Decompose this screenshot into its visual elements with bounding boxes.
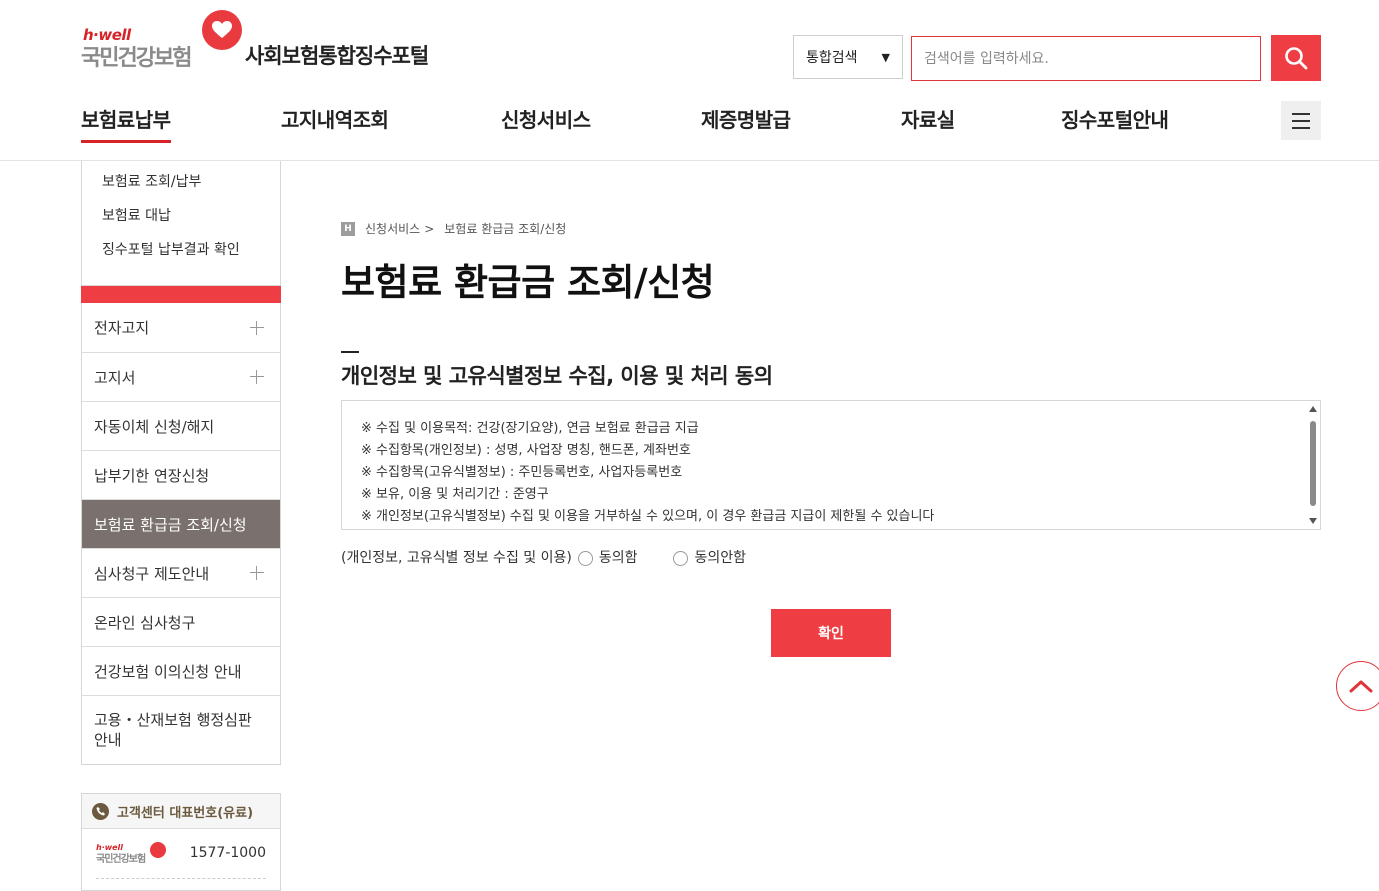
- sidebar-item-label: 전자고지: [94, 319, 150, 337]
- mini-logo-org-name: 국민건강보험: [96, 854, 146, 865]
- scroll-down-arrow-icon[interactable]: [1309, 518, 1317, 524]
- breadcrumb-current: 보험료 환급금 조회/신청: [444, 222, 567, 236]
- sidebar-item-label: 건강보험 이의신청 안내: [94, 662, 242, 681]
- chevron-up-icon: [1349, 680, 1373, 693]
- nav-certificate-issue[interactable]: 제증명발급: [701, 104, 791, 133]
- sidebar-item-label: 고용・산재보험 행정심판 안내: [94, 711, 252, 749]
- sidebar-item-admin-trial[interactable]: 고용・산재보험 행정심판 안내: [82, 695, 280, 764]
- search-scope-value: 통합검색: [806, 50, 858, 66]
- sidebar-item-deadline-extension[interactable]: 납부기한 연장신청: [82, 450, 280, 499]
- search-icon: [1285, 47, 1308, 70]
- sidebar-item-label: 고지서: [94, 368, 136, 387]
- search-scope-select[interactable]: 통합검색 ▼: [793, 35, 903, 79]
- plus-icon[interactable]: [250, 370, 264, 384]
- consent-term: ※ 보유, 이용 및 처리기간 : 준영구: [361, 487, 549, 502]
- disagree-option[interactable]: 동의안함: [673, 547, 746, 567]
- sidebar-item-objection-guide[interactable]: 건강보험 이의신청 안내: [82, 646, 280, 695]
- sidebar-item-label: 온라인 심사청구: [94, 613, 196, 632]
- logo-org-name: 국민건강보험: [81, 46, 192, 71]
- sidebar-subitem-premium-inquiry[interactable]: 보험료 조회/납부: [82, 171, 280, 205]
- plus-icon[interactable]: [250, 566, 264, 580]
- disagree-radio[interactable]: [673, 550, 689, 566]
- home-icon[interactable]: H: [341, 221, 355, 236]
- consent-term: ※ 수집항목(개인정보) : 성명, 사업장 명칭, 핸드폰, 계좌번호: [361, 443, 691, 458]
- chevron-down-icon: ▼: [881, 50, 890, 64]
- dashed-divider: [96, 878, 266, 879]
- sidebar-item-label: 보험료 환급금 조회/신청: [94, 515, 247, 534]
- search-input[interactable]: [911, 36, 1261, 81]
- nav-portal-guide[interactable]: 징수포털안내: [1061, 104, 1169, 133]
- consent-terms-list: ※ 수집 및 이용목적: 건강(장기요양), 연금 보험료 환급금 지급 ※ 수…: [342, 401, 1320, 528]
- sidebar-item-appeal-guide[interactable]: 심사청구 제도안내: [82, 548, 280, 597]
- scrollbar-thumb[interactable]: [1310, 421, 1316, 506]
- scroll-top-button[interactable]: [1336, 661, 1379, 711]
- customer-center-number[interactable]: 1577-1000: [190, 845, 266, 861]
- nhis-mini-logo: h·well 국민건강보험: [96, 843, 146, 865]
- sidebar-subitem-proxy-payment[interactable]: 보험료 대납: [82, 205, 280, 239]
- nav-notice-inquiry[interactable]: 고지내역조회: [281, 104, 389, 133]
- breadcrumb-separator: >: [424, 221, 435, 236]
- customer-center-title: 고객센터 대표번호(유료): [117, 805, 254, 821]
- sidebar-item-online-appeal[interactable]: 온라인 심사청구: [82, 597, 280, 646]
- breadcrumb: H 신청서비스 > 보험료 환급금 조회/신청: [341, 220, 566, 237]
- sidebar-item-refund[interactable]: 보험료 환급금 조회/신청: [82, 499, 280, 548]
- section-title-marker: [341, 351, 359, 353]
- heart-logo-icon: [150, 842, 166, 858]
- site-header: h·well 국민건강보험 사회보험통합징수포털 통합검색 ▼ 보험료납부 고지…: [0, 0, 1379, 161]
- consent-terms-box[interactable]: ※ 수집 및 이용목적: 건강(장기요양), 연금 보험료 환급금 지급 ※ 수…: [341, 400, 1321, 530]
- nhis-logo[interactable]: h·well 국민건강보험: [81, 10, 246, 71]
- sidebar-item-label: 자동이체 신청/해지: [94, 417, 215, 436]
- scroll-up-arrow-icon[interactable]: [1309, 406, 1317, 412]
- sidebar-item-label: 납부기한 연장신청: [94, 466, 210, 485]
- hamburger-icon-line: [1292, 112, 1310, 115]
- side-navigation: 보험료 조회/납부 보험료 대납 징수포털 납부결과 확인 전자고지 고지서 자…: [81, 161, 281, 765]
- consent-label: (개인정보, 고유식별 정보 수집 및 이용): [341, 550, 572, 566]
- sidebar-item-notice[interactable]: 고지서: [82, 352, 280, 401]
- nav-premium-payment[interactable]: 보험료납부: [81, 104, 171, 143]
- agree-option-label: 동의함: [598, 550, 638, 566]
- terms-scrollbar[interactable]: [1308, 404, 1318, 526]
- plus-icon[interactable]: [250, 320, 264, 335]
- customer-center-box: 고객센터 대표번호(유료) h·well 국민건강보험 1577-1000: [81, 793, 281, 891]
- sidebar-item-auto-transfer[interactable]: 자동이체 신청/해지: [82, 401, 280, 450]
- disagree-option-label: 동의안함: [694, 550, 746, 566]
- consent-radio-group: (개인정보, 고유식별 정보 수집 및 이용) 동의함 동의안함: [341, 547, 746, 567]
- agree-option[interactable]: 동의함: [577, 547, 638, 567]
- customer-center-row: h·well 국민건강보험 1577-1000: [82, 829, 280, 879]
- heart-logo-icon: [202, 10, 242, 50]
- sidebar-submenu: 보험료 조회/납부 보험료 대납 징수포털 납부결과 확인: [81, 161, 281, 286]
- sidebar-subitem-payment-result[interactable]: 징수포털 납부결과 확인: [82, 239, 280, 273]
- customer-center-header: 고객센터 대표번호(유료): [82, 794, 280, 829]
- hamburger-icon-line: [1292, 119, 1310, 122]
- sidebar-menu: 전자고지 고지서 자동이체 신청/해지 납부기한 연장신청 보험료 환급금 조회…: [81, 303, 281, 765]
- nav-application-service[interactable]: 신청서비스: [501, 104, 591, 133]
- search-button[interactable]: [1271, 35, 1321, 81]
- nav-data-room[interactable]: 자료실: [901, 104, 955, 133]
- confirm-button[interactable]: 확인: [771, 609, 891, 657]
- consent-term: ※ 개인정보(고유식별정보) 수집 및 이용을 거부하실 수 있으며, 이 경우…: [361, 509, 935, 524]
- sidebar-divider-bar: [81, 286, 281, 303]
- consent-term: ※ 수집항목(고유식별정보) : 주민등록번호, 사업자등록번호: [361, 465, 683, 480]
- page-title: 보험료 환급금 조회/신청: [341, 261, 715, 304]
- consent-term: ※ 수집 및 이용목적: 건강(장기요양), 연금 보험료 환급금 지급: [361, 421, 699, 436]
- sidebar-item-label: 심사청구 제도안내: [94, 564, 210, 583]
- section-title: 개인정보 및 고유식별정보 수집, 이용 및 처리 동의: [341, 364, 773, 388]
- phone-icon: [92, 802, 109, 820]
- hamburger-menu-button[interactable]: [1281, 101, 1321, 140]
- agree-radio[interactable]: [577, 550, 593, 566]
- hamburger-icon-line: [1292, 126, 1310, 129]
- portal-title[interactable]: 사회보험통합징수포털: [245, 40, 429, 70]
- sidebar-item-e-notice[interactable]: 전자고지: [82, 303, 280, 352]
- breadcrumb-item[interactable]: 신청서비스: [365, 220, 420, 237]
